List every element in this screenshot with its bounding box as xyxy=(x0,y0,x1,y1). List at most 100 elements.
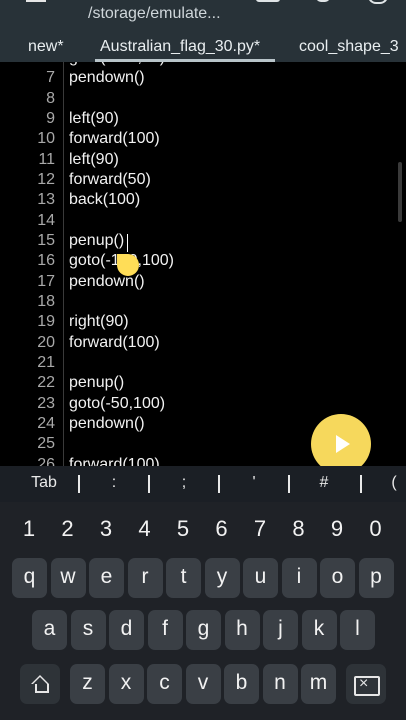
tab-bar: new* Australian_flag_30.py* cool_shape_3 xyxy=(0,32,406,62)
scrollbar[interactable] xyxy=(398,162,402,222)
backspace-icon[interactable] xyxy=(346,664,386,704)
play-icon[interactable] xyxy=(311,414,371,474)
letter-key[interactable]: p xyxy=(358,558,394,598)
number-key[interactable]: 0 xyxy=(358,516,394,542)
code-line: 12 forward(50) xyxy=(0,170,406,190)
line-number: 15 xyxy=(37,231,55,249)
soft-keyboard: 1234567890 qwertyuiop asdfghjkl zxcvbnm xyxy=(0,502,406,720)
letter-key[interactable]: c xyxy=(147,664,182,704)
number-key[interactable]: 5 xyxy=(165,516,201,542)
number-key[interactable]: 3 xyxy=(88,516,124,542)
line-number: 17 xyxy=(37,272,55,290)
code-line: 7 pendown() xyxy=(0,68,406,88)
number-key[interactable]: 6 xyxy=(204,516,240,542)
letter-key[interactable]: o xyxy=(320,558,355,598)
number-key[interactable]: 8 xyxy=(281,516,317,542)
line-number: 10 xyxy=(37,130,55,148)
letter-key[interactable]: u xyxy=(243,558,278,598)
shift-icon[interactable] xyxy=(20,664,60,704)
extra-key[interactable]: : xyxy=(100,474,128,492)
line-number: 14 xyxy=(37,211,55,229)
code-line: 19 right(90) xyxy=(0,312,406,332)
editor-lines: 6goto(-100,50)7pendown()89left(90)10forw… xyxy=(0,62,406,466)
letter-key[interactable]: x xyxy=(108,664,144,704)
line-number: 23 xyxy=(37,394,55,412)
code-line: 15 penup() xyxy=(0,231,406,251)
code-line: 11 left(90) xyxy=(0,150,406,170)
code-line: 21 xyxy=(0,353,406,373)
line-number: 20 xyxy=(37,333,55,351)
code-text: pendown() xyxy=(69,69,145,87)
tab-new[interactable]: new* xyxy=(28,38,64,56)
run-icon[interactable] xyxy=(310,0,334,8)
letter-key[interactable]: z xyxy=(70,664,105,704)
separator xyxy=(78,475,80,493)
number-key[interactable]: 4 xyxy=(127,516,163,542)
code-text: goto(-50,100) xyxy=(69,394,166,412)
line-number: 24 xyxy=(37,414,55,432)
line-number: 11 xyxy=(38,150,55,168)
extra-key[interactable]: Tab xyxy=(20,474,68,492)
code-line: 9 left(90) xyxy=(0,109,406,129)
code-editor[interactable]: 6goto(-100,50)7pendown()89left(90)10forw… xyxy=(0,62,406,466)
letter-key[interactable]: k xyxy=(301,610,337,650)
letter-key[interactable]: l xyxy=(340,610,375,650)
number-key[interactable]: 2 xyxy=(50,516,86,542)
line-number: 8 xyxy=(46,89,55,107)
line-number: 16 xyxy=(37,252,55,270)
number-key[interactable]: 1 xyxy=(11,516,47,542)
letter-key[interactable]: g xyxy=(186,610,221,650)
letter-key[interactable]: w xyxy=(50,558,86,598)
extra-key[interactable]: ; xyxy=(170,474,198,492)
code-text: penup() xyxy=(69,374,125,392)
code-text: back(100) xyxy=(69,191,141,209)
code-text: forward(100) xyxy=(69,130,160,148)
letter-key[interactable]: i xyxy=(281,558,317,598)
letter-key[interactable]: t xyxy=(166,558,201,598)
letter-key[interactable]: h xyxy=(224,610,260,650)
letter-key[interactable]: v xyxy=(185,664,221,704)
separator xyxy=(360,475,362,493)
menu-icon[interactable] xyxy=(22,0,52,8)
code-line: 16goto(-150,100) xyxy=(0,251,406,271)
letter-key[interactable]: j xyxy=(263,610,298,650)
letter-key[interactable]: m xyxy=(301,664,336,704)
tab-cool-shape[interactable]: cool_shape_3 xyxy=(299,38,399,56)
code-line: 8 xyxy=(0,89,406,109)
tab-australian-flag[interactable]: Australian_flag_30.py* xyxy=(100,38,260,56)
separator xyxy=(218,475,220,493)
code-text: left(90) xyxy=(69,109,119,127)
cursor-handle[interactable] xyxy=(117,254,139,276)
line-number: 19 xyxy=(37,313,55,331)
extra-keys-bar: Tab:; ' # ( xyxy=(0,466,406,502)
letter-key[interactable]: f xyxy=(147,610,183,650)
line-number: 12 xyxy=(37,170,55,188)
extra-key[interactable]: ' xyxy=(240,474,268,492)
number-key[interactable]: 9 xyxy=(319,516,355,542)
letter-key[interactable]: y xyxy=(204,558,240,598)
letter-key[interactable]: r xyxy=(127,558,163,598)
line-number: 26 xyxy=(37,455,55,466)
letter-key[interactable]: a xyxy=(32,610,67,650)
letter-key[interactable]: b xyxy=(224,664,259,704)
more-icon[interactable] xyxy=(368,0,392,8)
app-bar: /storage/emulate... xyxy=(0,0,406,32)
line-number: 21 xyxy=(37,353,55,371)
code-line: 14 xyxy=(0,211,406,231)
line-number: 18 xyxy=(37,292,55,310)
save-icon[interactable] xyxy=(256,0,280,2)
letter-key[interactable]: e xyxy=(89,558,124,598)
code-line: 20 forward(100) xyxy=(0,333,406,353)
letter-key[interactable]: s xyxy=(70,610,106,650)
letter-key[interactable]: n xyxy=(262,664,298,704)
letter-key[interactable]: d xyxy=(109,610,144,650)
line-number: 22 xyxy=(37,374,55,392)
separator xyxy=(148,475,150,493)
number-key[interactable]: 7 xyxy=(242,516,278,542)
text-cursor xyxy=(127,234,128,252)
extra-key[interactable]: # xyxy=(310,474,338,492)
code-line: 10 forward(100) xyxy=(0,129,406,149)
extra-key[interactable]: ( xyxy=(382,474,406,492)
line-number: 13 xyxy=(37,191,55,209)
letter-key[interactable]: q xyxy=(12,558,47,598)
